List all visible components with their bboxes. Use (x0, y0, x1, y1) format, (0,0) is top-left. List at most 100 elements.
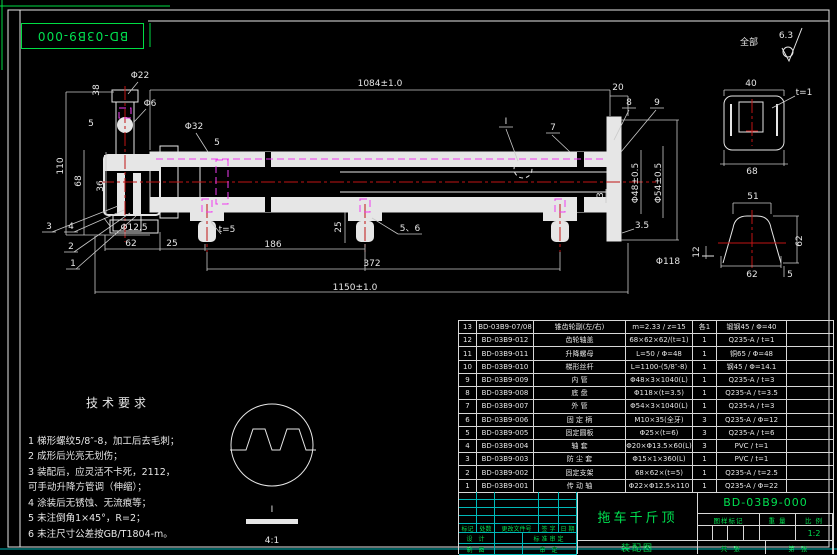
finish-scope-label: 全部 (740, 36, 758, 48)
centerlines (100, 86, 656, 252)
revision-row (459, 508, 577, 516)
revision-row (459, 492, 577, 500)
dim-186: 186 (264, 240, 281, 250)
sign-design: 设 计 (459, 533, 495, 544)
detail-scale: 4:1 (265, 536, 279, 546)
ch-dim-bottom: 62 (746, 270, 757, 280)
dim-phi12-5: Φ12.5 (120, 223, 147, 233)
parts-no-8: 8 (459, 387, 477, 400)
parts-spec-1: Φ22×Φ12.5×110 (626, 480, 693, 493)
title-headers: 图样标记 重 量 比 例 (698, 514, 833, 526)
parts-no-11: 11 (459, 347, 477, 360)
revision-block: 标记 处数 更改文件号 签 字 日 期 设 计 标准审定 制 图 审 定 (459, 492, 578, 554)
parts-material-3: PVC / t=1 (717, 453, 787, 466)
parts-spec-4: Φ20×Φ13.5×60(L) (626, 440, 693, 453)
parts-qty-1: 1 (693, 480, 717, 493)
parts-remark-3 (787, 453, 834, 466)
header-weight: 重 量 (760, 514, 796, 526)
parts-spec-5: Φ25×(t=6) (626, 427, 693, 440)
parts-spec-2: 68×62×(t=5) (626, 466, 693, 479)
parts-qty-6: 3 (693, 414, 717, 427)
balloon-4: 4 (68, 222, 74, 232)
drawing-sheet: 全部 6.3 (0, 0, 837, 554)
parts-no-5: 5 (459, 427, 477, 440)
parts-name-2: 固定支架 (534, 466, 626, 479)
parts-code-8: BD-03B9-008 (477, 387, 534, 400)
tech-title: 技术要求 (86, 396, 233, 412)
parts-remark-10 (787, 361, 834, 374)
balloon-3: 3 (46, 222, 52, 232)
tech-line: 2 成形后光亮无划伤； (28, 449, 233, 465)
dim-62: 62 (125, 239, 136, 249)
parts-no-12: 12 (459, 334, 477, 347)
parts-name-4: 轴 套 (534, 440, 626, 453)
signature-row: 制 图 审 定 (459, 544, 577, 555)
main-view-geometry (104, 90, 621, 242)
detail-view: I 4:1 (230, 404, 316, 546)
section-square-view: 40 68 t=1 (720, 79, 812, 177)
parts-no-3: 3 (459, 453, 477, 466)
parts-name-6: 固 定 柄 (534, 414, 626, 427)
ch-dim-left: 12 (692, 246, 702, 257)
rev-h-mark: 标记 (459, 524, 477, 533)
ch-dim-top: 51 (747, 192, 758, 202)
parts-no-6: 6 (459, 414, 477, 427)
dim-phi32: Φ32 (185, 122, 204, 132)
parts-no-9: 9 (459, 374, 477, 387)
sheets-total: 共 张 (698, 541, 766, 554)
parts-no-10: 10 (459, 361, 477, 374)
parts-qty-11: 1 (693, 347, 717, 360)
parts-name-11: 升降螺母 (534, 347, 626, 360)
parts-code-2: BD-03B9-002 (477, 466, 534, 479)
rev-h-date: 日 期 (559, 524, 577, 533)
tech-requirements: 技术要求 1 梯形螺纹5/8″-8，加工后去毛刺； 2 成形后光亮无划伤； 3 … (28, 396, 233, 542)
parts-remark-8 (787, 387, 834, 400)
parts-qty-7: 1 (693, 400, 717, 413)
tech-line: 5 未注倒角1×45°，R=2； (28, 511, 233, 527)
parts-no-1: 1 (459, 480, 477, 493)
dim-5b: 5 (214, 138, 220, 148)
section-channel-view: 51 62 62 12 5 (692, 192, 805, 280)
dim-3-5: 3.5 (635, 221, 649, 231)
sign-std-approve: 标准审定 (523, 533, 577, 544)
dim-68: 68 (74, 175, 84, 187)
parts-code-7: BD-03B9-007 (477, 400, 534, 413)
parts-qty-9: 1 (693, 374, 717, 387)
parts-qty-2: 1 (693, 466, 717, 479)
dim-phi22: Φ22 (131, 71, 150, 81)
sq-note-t1: t=1 (796, 88, 813, 98)
tech-line: 3 装配后，应灵活不卡死，2112， (28, 465, 233, 481)
parts-code-4: BD-03B9-004 (477, 440, 534, 453)
doc-type: 装配图 (578, 541, 697, 554)
parts-spec-6: M10×35(全牙) (626, 414, 693, 427)
sheet-no: 第 张 (766, 541, 834, 554)
rev-h-doc: 更改文件号 (495, 524, 539, 533)
header-mark: 图样标记 (698, 514, 760, 526)
parts-name-3: 防 尘 套 (534, 453, 626, 466)
dim-38: 38 (92, 84, 102, 96)
dim-t5: t=5 (219, 225, 236, 235)
tech-line: 可手动升降方管调（伸缩）； (28, 480, 233, 496)
tech-line: 6 未注尺寸公差按GB/T1804-m。 (28, 527, 233, 543)
parts-spec-10: L=1100-(5/8″-8) (626, 361, 693, 374)
parts-remark-12 (787, 334, 834, 347)
parts-spec-8: Φ118×(t=3.5) (626, 387, 693, 400)
parts-name-10: 梯形丝杆 (534, 361, 626, 374)
parts-name-1: 传 动 轴 (534, 480, 626, 493)
dim-phi6: Φ6 (144, 99, 157, 109)
parts-qty-3: 1 (693, 453, 717, 466)
parts-material-13: 锻钢45 / Φ=40 (717, 321, 787, 334)
balloon-5-6: 5、6 (400, 224, 421, 234)
revision-header: 标记 处数 更改文件号 签 字 日 期 (459, 524, 577, 533)
parts-remark-13 (787, 321, 834, 334)
parts-remark-9 (787, 374, 834, 387)
signature-row: 设 计 标准审定 (459, 533, 577, 544)
parts-remark-5 (787, 427, 834, 440)
ch-dim-corner: 5 (787, 270, 793, 280)
parts-spec-7: Φ54×3×1040(L) (626, 400, 693, 413)
detail-label: I (271, 505, 274, 515)
parts-qty-12: 1 (693, 334, 717, 347)
parts-name-12: 齿轮轴盖 (534, 334, 626, 347)
title-block-middle: 拖车千斤顶 装配图 (578, 492, 698, 554)
dim-372: 372 (363, 259, 380, 269)
